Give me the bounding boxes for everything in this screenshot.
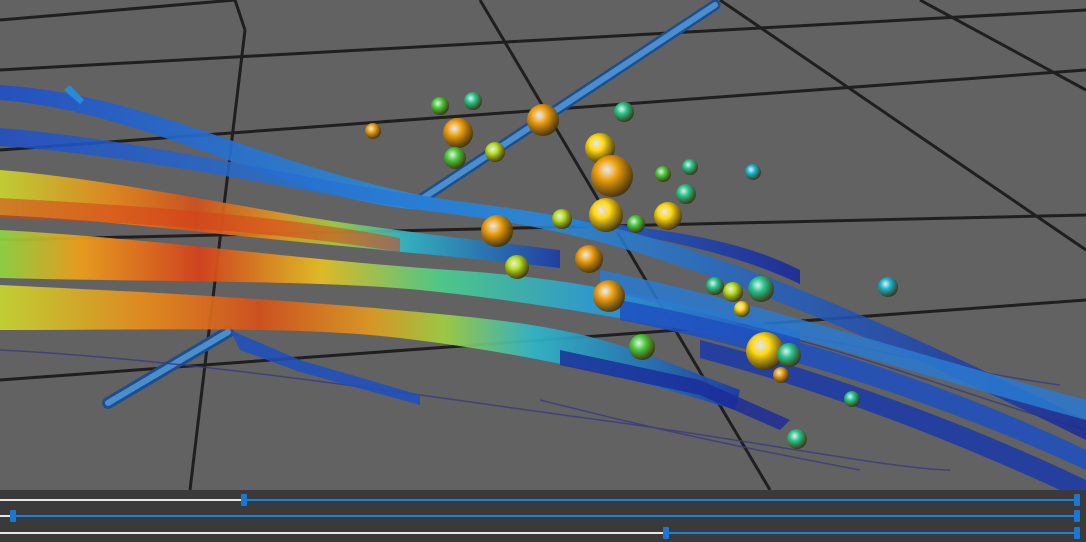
particle-sphere (444, 147, 466, 169)
particle-sphere (591, 155, 633, 197)
slider-1-handle[interactable] (241, 494, 247, 506)
particle-sphere (485, 142, 505, 162)
particle-sphere (431, 97, 449, 115)
particle-sphere (627, 215, 645, 233)
particle-sphere (552, 209, 572, 229)
slider-2[interactable] (0, 510, 1080, 522)
particle-sphere (443, 118, 473, 148)
3d-viewport[interactable] (0, 0, 1086, 490)
streamline-ribbons (0, 85, 1086, 490)
slider-3-filled (0, 532, 663, 534)
particle-sphere (676, 184, 696, 204)
particle-sphere (593, 280, 625, 312)
particle-sphere (706, 277, 724, 295)
slider-1[interactable] (0, 494, 1080, 506)
particle-sphere (575, 245, 603, 273)
particle-sphere (527, 104, 559, 136)
particle-sphere (464, 92, 482, 110)
slider-3[interactable] (0, 527, 1080, 539)
slider-2-handle[interactable] (10, 510, 16, 522)
particle-sphere (773, 367, 789, 383)
slider-2-end-handle[interactable] (1074, 510, 1080, 522)
particle-sphere (629, 334, 655, 360)
particle-sphere (787, 429, 807, 449)
particle-sphere (614, 102, 634, 122)
slider-3-handle[interactable] (663, 527, 669, 539)
particle-sphere (589, 198, 623, 232)
particle-sphere (505, 255, 529, 279)
slider-1-filled (0, 499, 241, 501)
particle-sphere (655, 166, 671, 182)
particle-sphere (844, 391, 860, 407)
particle-sphere (878, 277, 898, 297)
particle-sphere (734, 301, 750, 317)
timeline-controls (0, 490, 1086, 542)
particle-sphere (682, 159, 698, 175)
scene-canvas (0, 0, 1086, 490)
slider-1-end-handle[interactable] (1074, 494, 1080, 506)
particle-sphere (748, 276, 774, 302)
particle-sphere (481, 215, 513, 247)
slider-3-end-handle[interactable] (1074, 527, 1080, 539)
slider-2-filled (0, 515, 10, 517)
particle-sphere (745, 164, 761, 180)
particle-sphere (365, 123, 381, 139)
particle-sphere (723, 282, 743, 302)
particle-sphere (777, 343, 801, 367)
particle-sphere (654, 202, 682, 230)
